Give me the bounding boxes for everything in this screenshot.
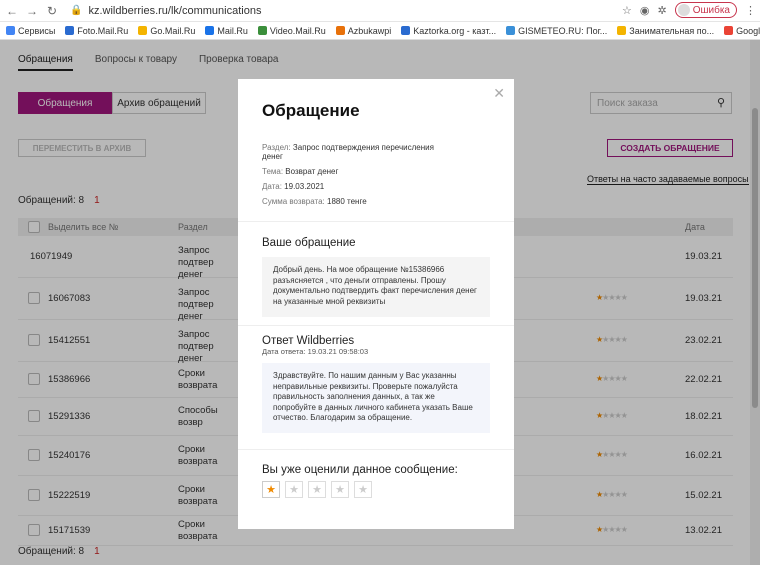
bookmark-label: Video.Mail.Ru [269, 25, 326, 36]
modal-title: Обращение [262, 101, 360, 120]
topic-label: Тема: [262, 167, 284, 176]
your-request-text: Добрый день. На мое обращение №15386966 … [262, 257, 490, 317]
bookmark-label: Foto.Mail.Ru [77, 25, 129, 36]
profile-status: Ошибка [692, 4, 730, 16]
extension-icon[interactable]: ◉ [640, 4, 650, 17]
browser-address-bar: ← → ↻ 🔒 kz.wildberries.ru/lk/communicati… [0, 0, 760, 22]
date-value: 19.03.2021 [284, 182, 325, 191]
rating-stars: ★ ★ ★ ★ ★ [262, 481, 372, 498]
bookmark-icon [205, 26, 215, 35]
bookmark-label: GISMETEO.RU: Пог... [518, 25, 608, 36]
answer-date: Дата ответа: 19.03.21 09:58:03 [262, 347, 369, 356]
modal-section: Раздел: Запрос подтверждения перечислени… [262, 143, 442, 161]
modal-date: Дата: 19.03.2021 [262, 182, 324, 191]
bookmark-item[interactable]: Foto.Mail.Ru [65, 26, 128, 36]
bookmark-icon [65, 26, 75, 35]
bookmark-item[interactable]: Сервисы [6, 26, 55, 36]
topic-value: Возврат денег [285, 167, 339, 176]
modal-amount: Сумма возврата: 1880 тенге [262, 197, 367, 206]
close-icon[interactable]: ✕ [493, 85, 505, 102]
bookmark-label: Сервисы [18, 25, 56, 36]
bookmark-item[interactable]: Mail.Ru [205, 26, 248, 36]
bookmark-label: Kaztorka.org - казт... [413, 25, 497, 36]
rated-title: Вы уже оценили данное сообщение: [262, 464, 458, 476]
menu-dots-icon[interactable]: ⋮ [745, 4, 756, 17]
answer-title: Ответ Wildberries [262, 335, 355, 347]
bookmark-icon [506, 26, 516, 35]
bookmark-label: Go.Mail.Ru [150, 25, 196, 36]
bookmark-icon [617, 26, 627, 35]
your-request-title: Ваше обращение [262, 237, 356, 249]
amount-label: Сумма возврата: [262, 197, 325, 206]
bookmark-item[interactable]: Azbukawpi [335, 25, 392, 36]
bookmark-icon [335, 26, 345, 35]
bookmark-icon [257, 26, 267, 35]
profile-error-button[interactable]: Ошибка [674, 2, 737, 18]
bookmark-icon [401, 26, 411, 35]
amount-value: 1880 тенге [327, 197, 367, 206]
url-text[interactable]: kz.wildberries.ru/lk/communications [88, 5, 261, 17]
bookmark-item[interactable]: Google [724, 26, 760, 36]
forward-arrow-icon[interactable]: → [24, 4, 40, 18]
bookmark-item[interactable]: Kaztorka.org - казт... [401, 26, 496, 36]
bookmarks-bar: Сервисы Foto.Mail.Ru Go.Mail.Ru Mail.Ru Vide… [0, 22, 760, 40]
bookmark-item[interactable]: GISMETEO.RU: Пог... [506, 26, 607, 36]
bookmark-label: Занимательная по... [629, 25, 715, 36]
divider [238, 449, 514, 450]
request-modal: ✕ Обращение Раздел: Запрос подтверждения… [238, 79, 514, 529]
answer-text: Здравствуйте. По нашим данным у Вас указ… [262, 363, 490, 433]
bookmark-label: Azbukawpi [347, 25, 392, 36]
rating-star-icon: ★ [331, 481, 349, 498]
puzzle-icon[interactable]: ✲ [658, 4, 667, 17]
rating-star-icon: ★ [354, 481, 372, 498]
bookmark-item[interactable]: Go.Mail.Ru [138, 26, 195, 36]
bookmark-item[interactable]: Video.Mail.Ru [257, 25, 326, 36]
star-bookmark-icon[interactable]: ☆ [622, 4, 632, 17]
bookmark-icon [724, 26, 734, 35]
date-label: Дата: [262, 182, 282, 191]
section-label: Раздел: [262, 143, 291, 152]
bookmark-icon [138, 26, 148, 35]
bookmark-icon [6, 26, 15, 35]
divider [238, 325, 514, 326]
modal-topic: Тема: Возврат денег [262, 167, 338, 176]
reload-icon[interactable]: ↻ [44, 4, 60, 18]
rating-star-icon: ★ [262, 481, 280, 498]
back-arrow-icon[interactable]: ← [4, 4, 20, 18]
rating-star-icon: ★ [285, 481, 303, 498]
bookmark-item[interactable]: Занимательная по... [617, 26, 714, 36]
avatar-icon [677, 4, 690, 16]
lock-icon[interactable]: 🔒 [70, 5, 82, 16]
rating-star-icon: ★ [308, 481, 326, 498]
divider [238, 221, 514, 222]
bookmark-label: Google [736, 25, 760, 36]
bookmark-label: Mail.Ru [217, 25, 248, 36]
